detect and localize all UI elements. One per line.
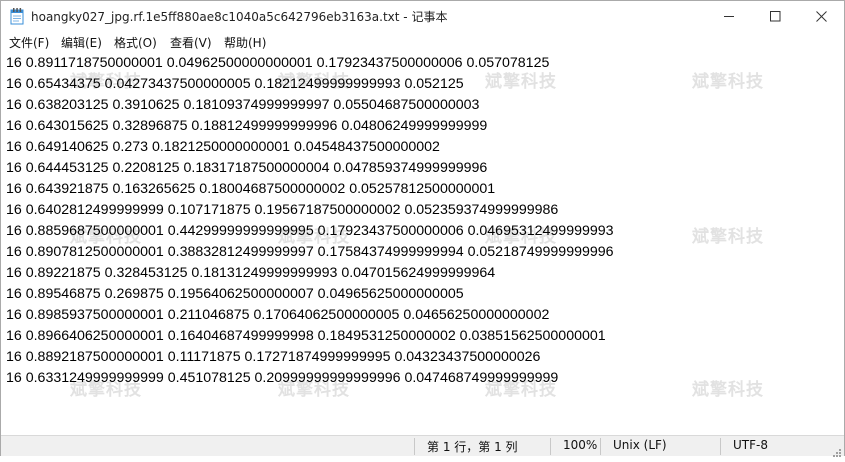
- maximize-button[interactable]: [752, 1, 798, 32]
- text-line: 16 0.8907812500000001 0.3883281249999999…: [6, 244, 614, 260]
- text-line: 16 0.644453125 0.2208125 0.1831718750000…: [6, 160, 488, 176]
- minimize-button[interactable]: [706, 1, 752, 32]
- notepad-window: hoangky027_jpg.rf.1e5ff880ae8c1040a5c642…: [0, 0, 845, 457]
- menu-edit[interactable]: 编辑(E): [61, 34, 102, 51]
- resize-grip-icon[interactable]: [830, 443, 842, 457]
- status-bar: 第 1 行，第 1 列 100% Unix (LF) UTF-8: [1, 435, 844, 457]
- window-title: hoangky027_jpg.rf.1e5ff880ae8c1040a5c642…: [31, 10, 448, 24]
- text-line: 16 0.89546875 0.269875 0.195640625000000…: [6, 286, 464, 302]
- text-line: 16 0.6331249999999999 0.451078125 0.2099…: [6, 370, 559, 386]
- text-line: 16 0.8985937500000001 0.211046875 0.1706…: [6, 307, 550, 323]
- watermark: 斌擎科技: [692, 380, 764, 400]
- status-divider: [414, 438, 415, 455]
- text-line: 16 0.8911718750000001 0.0496250000000000…: [6, 55, 550, 71]
- status-divider: [600, 438, 601, 455]
- encoding: UTF-8: [733, 438, 768, 452]
- text-line: 16 0.8859687500000001 0.4429999999999999…: [6, 223, 614, 239]
- notepad-icon: [10, 8, 24, 25]
- text-line: 16 0.649140625 0.273 0.1821250000000001 …: [6, 139, 440, 155]
- text-line: 16 0.643921875 0.163265625 0.18004687500…: [6, 181, 496, 197]
- menu-file[interactable]: 文件(F): [9, 34, 49, 51]
- text-line: 16 0.6402812499999999 0.107171875 0.1956…: [6, 202, 559, 218]
- vertical-scrollbar[interactable]: [828, 52, 844, 435]
- menu-help[interactable]: 帮助(H): [224, 34, 266, 51]
- menu-view[interactable]: 查看(V): [170, 34, 212, 51]
- menu-format[interactable]: 格式(O): [114, 34, 157, 51]
- text-line: 16 0.89221875 0.328453125 0.181312499999…: [6, 265, 496, 281]
- maximize-icon: [769, 11, 780, 22]
- text-line: 16 0.8892187500000001 0.11171875 0.17271…: [6, 349, 541, 365]
- text-line: 16 0.8966406250000001 0.1640468749999999…: [6, 328, 606, 344]
- cursor-position: 第 1 行，第 1 列: [427, 440, 518, 454]
- text-editor[interactable]: 斌擎科技 斌擎科技 斌擎科技 斌擎科技 斌擎科技 斌擎科技 斌擎科技 斌擎科技 …: [2, 52, 828, 435]
- text-line: 16 0.643015625 0.32896875 0.188124999999…: [6, 118, 488, 134]
- menu-bar: 文件(F) 编辑(E) 格式(O) 查看(V) 帮助(H): [1, 32, 844, 52]
- title-bar[interactable]: hoangky027_jpg.rf.1e5ff880ae8c1040a5c642…: [1, 1, 844, 32]
- watermark: 斌擎科技: [692, 72, 764, 92]
- line-ending: Unix (LF): [613, 438, 667, 452]
- status-divider: [720, 438, 721, 455]
- minimize-icon: [723, 16, 734, 17]
- zoom-level: 100%: [563, 438, 598, 452]
- status-divider: [550, 438, 551, 455]
- text-line: 16 0.638203125 0.3910625 0.1810937499999…: [6, 97, 480, 113]
- close-button[interactable]: [798, 1, 844, 32]
- close-icon: [815, 11, 827, 22]
- text-line: 16 0.65434375 0.04273437500000005 0.1821…: [6, 76, 464, 92]
- watermark: 斌擎科技: [692, 227, 764, 247]
